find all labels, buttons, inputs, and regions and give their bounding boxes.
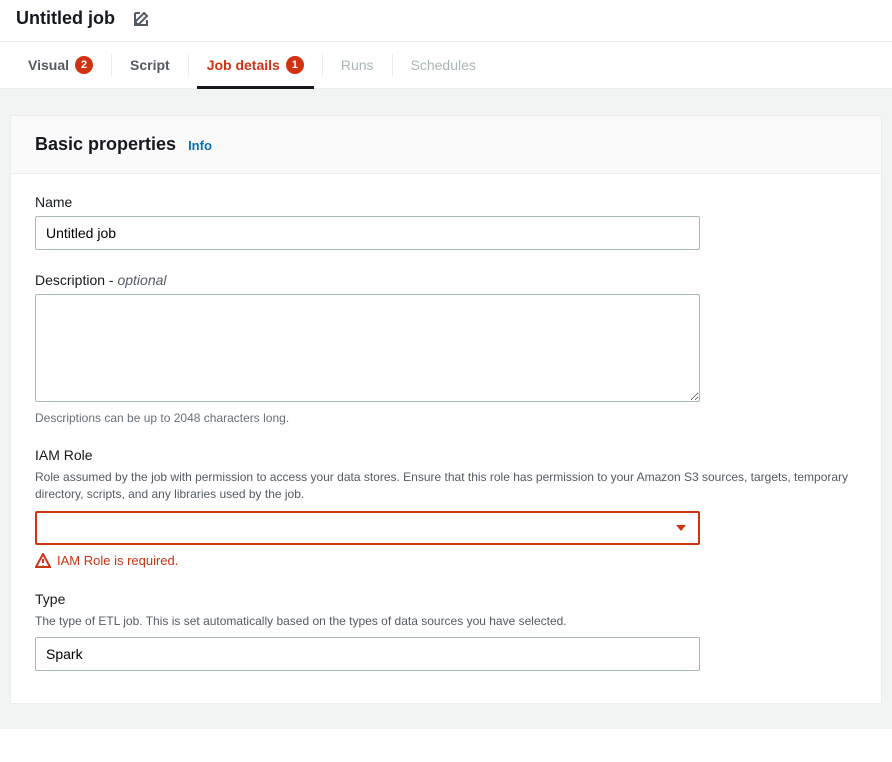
field-type: Type The type of ETL job. This is set au…	[35, 591, 857, 672]
badge: 2	[75, 56, 93, 74]
tab-runs: Runs	[323, 42, 392, 88]
tab-label: Script	[130, 57, 170, 73]
optional-text: optional	[117, 272, 166, 288]
tab-label: Visual	[28, 57, 69, 73]
field-iam-role: IAM Role Role assumed by the job with pe…	[35, 447, 857, 569]
page-title: Untitled job	[16, 8, 115, 29]
tab-script[interactable]: Script	[112, 42, 188, 88]
warning-icon	[35, 553, 51, 569]
error-text: IAM Role is required.	[57, 553, 178, 568]
tab-label: Runs	[341, 57, 374, 73]
field-name: Name	[35, 194, 857, 250]
iam-role-label: IAM Role	[35, 447, 857, 463]
panel-header: Basic properties Info	[11, 116, 881, 174]
tab-label: Job details	[207, 57, 280, 73]
content-area: Basic properties Info Name Description -…	[0, 89, 892, 729]
page-header: Untitled job	[0, 0, 892, 42]
type-input	[35, 637, 700, 671]
basic-properties-panel: Basic properties Info Name Description -…	[10, 115, 882, 704]
panel-title: Basic properties	[35, 134, 176, 155]
name-input[interactable]	[35, 216, 700, 250]
description-label: Description - optional	[35, 272, 857, 288]
badge: 1	[286, 56, 304, 74]
iam-role-error: IAM Role is required.	[35, 553, 857, 569]
tab-label: Schedules	[411, 57, 476, 73]
tab-schedules: Schedules	[393, 42, 494, 88]
iam-role-select-wrap	[35, 511, 700, 545]
description-hint: Descriptions can be up to 2048 character…	[35, 411, 857, 425]
edit-icon[interactable]	[133, 11, 149, 27]
tab-visual[interactable]: Visual 2	[10, 42, 111, 88]
iam-role-select[interactable]	[35, 511, 700, 545]
name-label: Name	[35, 194, 857, 210]
field-description: Description - optional Descriptions can …	[35, 272, 857, 425]
description-label-text: Description -	[35, 272, 117, 288]
tabs-bar: Visual 2 Script Job details 1 Runs Sched…	[0, 42, 892, 89]
iam-role-description: Role assumed by the job with permission …	[35, 469, 857, 503]
info-link[interactable]: Info	[188, 138, 212, 153]
description-textarea[interactable]	[35, 294, 700, 402]
type-description: The type of ETL job. This is set automat…	[35, 613, 857, 630]
tab-job-details[interactable]: Job details 1	[189, 42, 322, 88]
panel-body: Name Description - optional Descriptions…	[11, 174, 881, 703]
type-label: Type	[35, 591, 857, 607]
